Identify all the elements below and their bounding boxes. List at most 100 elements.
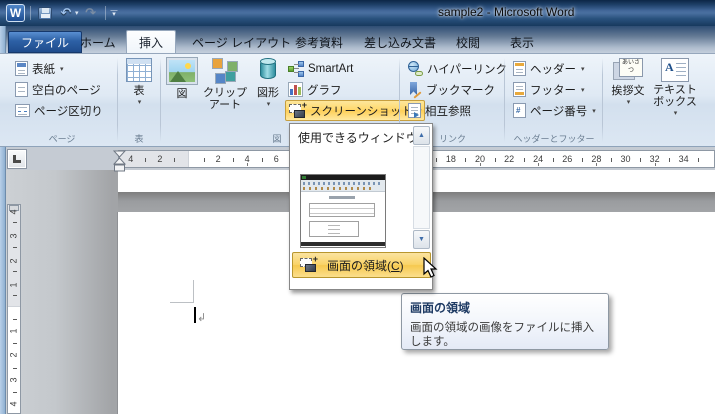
chevron-down-icon: ▾ xyxy=(673,110,678,117)
h-ruler-number: 6 xyxy=(273,154,279,164)
chevron-down-icon: ▾ xyxy=(592,107,596,115)
h-ruler-tick xyxy=(552,158,554,162)
v-ruler-tick xyxy=(13,391,17,393)
v-ruler-number: 4 xyxy=(8,401,19,407)
h-ruler-number: 18 xyxy=(445,154,456,164)
save-button[interactable] xyxy=(36,4,54,22)
paragraph-mark: ↲ xyxy=(197,312,207,324)
page-number-button[interactable]: # ページ番号 ▾ xyxy=(510,100,599,121)
h-ruler-grid-tick xyxy=(538,163,540,166)
v-ruler: 4 3 2 1 1 2 3 4 xyxy=(7,204,21,414)
tab-home[interactable]: ホーム xyxy=(68,31,128,53)
hyperlink-icon xyxy=(408,61,423,76)
header-label: ヘッダー xyxy=(530,63,576,76)
v-ruler-number: 2 xyxy=(8,258,19,264)
cover-page-button[interactable]: 表紙 ▾ xyxy=(12,58,67,79)
cross-reference-button[interactable]: 相互参照 xyxy=(405,100,474,121)
save-icon xyxy=(38,6,52,20)
h-ruler-number: 4 xyxy=(128,154,134,164)
group-separator xyxy=(160,58,161,142)
scroll-up-button[interactable]: ▲ xyxy=(413,126,430,145)
table-label: 表 xyxy=(133,85,145,97)
cross-reference-icon xyxy=(408,103,421,118)
h-ruler-tick xyxy=(203,158,205,162)
word-window: W ↶ ▾ ↷ — ▾ sample2 - Microsoft Word ファイル… xyxy=(0,0,715,414)
v-ruler-tick xyxy=(13,367,17,369)
group-separator xyxy=(602,58,603,142)
v-ruler-number: 3 xyxy=(8,233,19,239)
blank-page-button[interactable]: 空白のページ xyxy=(12,79,104,100)
screen-clipping-menu-item[interactable]: + 画面の領域(C) xyxy=(292,252,431,278)
shapes-icon xyxy=(255,58,281,84)
qat-separator xyxy=(30,6,31,20)
h-ruler-tick xyxy=(145,158,147,162)
v-ruler-number: 2 xyxy=(8,352,19,358)
text-boundary-corner-mark xyxy=(170,302,194,303)
smartart-button[interactable]: SmartArt xyxy=(285,58,356,79)
table-icon xyxy=(126,58,152,82)
hyperlink-button[interactable]: ハイパーリンク xyxy=(405,58,510,79)
h-ruler-tick xyxy=(465,158,467,162)
indent-markers[interactable] xyxy=(113,150,126,172)
tab-references[interactable]: 参考資料 xyxy=(283,31,355,53)
bookmark-button[interactable]: ブックマーク xyxy=(405,79,498,100)
scroll-up-icon: ▲ xyxy=(418,132,425,139)
h-ruler-tick xyxy=(232,158,234,162)
thumbnail-ribbon xyxy=(301,180,385,192)
v-ruler-number: 1 xyxy=(8,282,19,288)
text-box-icon: A xyxy=(661,58,689,82)
ribbon-tab-row: ファイル ホーム 挿入 ページ レイアウト 参考資料 差し込み文書 校閲 表示 xyxy=(0,26,715,53)
h-ruler-grid-tick xyxy=(654,163,656,166)
chart-label: グラフ xyxy=(307,84,342,97)
chevron-down-icon: ▾ xyxy=(581,86,585,94)
scroll-down-button[interactable]: ▼ xyxy=(413,230,430,249)
chevron-down-icon: ▾ xyxy=(60,65,64,73)
header-button[interactable]: ヘッダー ▾ xyxy=(510,58,588,79)
footer-button[interactable]: フッター ▾ xyxy=(510,79,588,100)
clipart-button[interactable]: クリップ アート xyxy=(202,56,248,111)
table-button[interactable]: 表 ▾ xyxy=(122,56,156,109)
greeting-line-icon: あいさつ xyxy=(613,58,643,83)
group-separator xyxy=(504,58,505,142)
page-number-icon: # xyxy=(513,103,526,118)
blank-page-label: 空白のページ xyxy=(32,84,101,97)
tooltip-body: 画面の領域の画像をファイルに挿入します。 xyxy=(410,322,594,348)
chart-button[interactable]: グラフ xyxy=(285,79,345,100)
title-bar: W ↶ ▾ ↷ — ▾ sample2 - Microsoft Word xyxy=(0,0,715,26)
bookmark-label: ブックマーク xyxy=(426,84,495,97)
tab-review[interactable]: 校閲 xyxy=(444,31,492,53)
h-ruler-number: 22 xyxy=(504,154,515,164)
chevron-down-icon: ▾ xyxy=(266,101,271,108)
picture-button[interactable]: 図 xyxy=(164,56,200,100)
shapes-button[interactable]: 図形 ▾ xyxy=(250,56,286,111)
word-logo-icon[interactable]: W xyxy=(6,4,25,22)
available-window-thumbnail[interactable] xyxy=(300,174,386,248)
chevron-down-icon: ▾ xyxy=(626,99,631,106)
tab-stop-selector[interactable] xyxy=(7,149,27,169)
undo-button[interactable]: ↶ xyxy=(57,4,75,22)
greeting-line-label: 挨拶文 xyxy=(611,85,645,97)
screen-clipping-label: 画面の領域(C) xyxy=(327,258,404,273)
text-box-button[interactable]: A テキスト ボックス ▾ xyxy=(652,56,698,120)
undo-dropdown-arrow-icon[interactable]: ▾ xyxy=(75,9,79,17)
thumbnail-sheet xyxy=(301,192,385,242)
scroll-down-icon: ▼ xyxy=(418,236,425,243)
ribbon-group-pages: 表紙 ▾ 空白のページ ページ区切り ページ xyxy=(8,54,116,146)
redo-button[interactable]: ↷ xyxy=(82,4,100,22)
tab-view[interactable]: 表示 xyxy=(498,31,546,53)
qat-separator xyxy=(104,6,106,20)
scrollbar-track[interactable] xyxy=(413,146,430,229)
tooltip-title: 画面の領域 xyxy=(410,301,471,315)
v-ruler-tick xyxy=(13,343,17,345)
page-break-button[interactable]: ページ区切り xyxy=(12,100,106,121)
cover-page-label: 表紙 xyxy=(32,63,55,76)
h-ruler-tick xyxy=(261,158,263,162)
bookmark-icon xyxy=(408,82,422,99)
tab-mailings[interactable]: 差し込み文書 xyxy=(352,31,448,53)
customize-qat-button[interactable]: — ▾ xyxy=(111,7,118,18)
v-ruler-tick xyxy=(13,294,17,296)
greeting-line-button[interactable]: あいさつ 挨拶文 ▾ xyxy=(606,56,650,109)
text-cursor xyxy=(194,307,196,323)
tab-insert[interactable]: 挿入 xyxy=(126,30,177,53)
h-ruler-tick xyxy=(640,158,642,162)
